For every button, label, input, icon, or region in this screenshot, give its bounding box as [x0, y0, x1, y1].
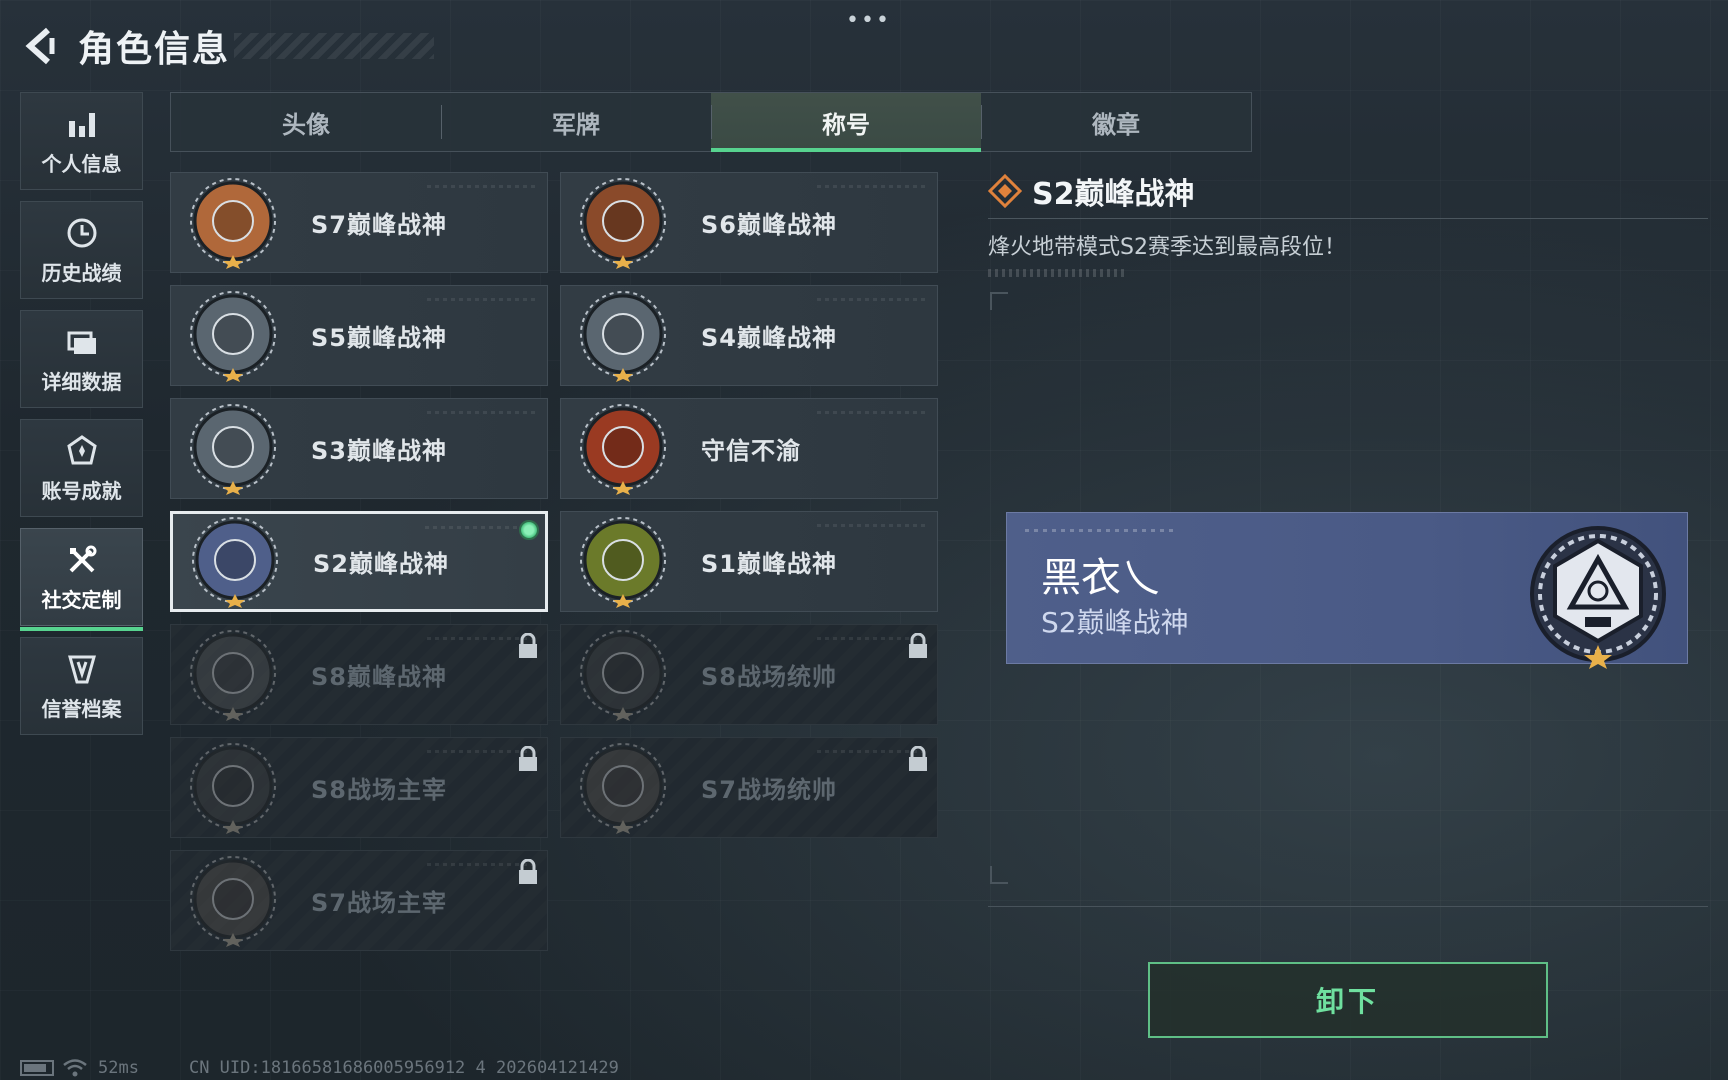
detail-decoration — [988, 269, 1124, 277]
detail-description: 烽火地带模式S2赛季达到最高段位！ — [988, 235, 1346, 260]
uid-text: CN UID:18166581686005956912 4 2026041214… — [188, 1058, 619, 1078]
title-card-trustworthy[interactable]: 守信不渝 — [560, 398, 938, 499]
header: 角色信息 — [20, 18, 435, 74]
back-button[interactable] — [20, 24, 64, 68]
diamond-icon — [988, 174, 1022, 208]
title-card-s8-dominator[interactable]: S8战场主宰 — [170, 737, 548, 838]
tab-badge[interactable]: 徽章 — [981, 93, 1251, 151]
more-menu-button[interactable]: ••• — [846, 8, 891, 33]
helmet-badge-icon — [580, 290, 666, 382]
scales-badge-icon — [580, 403, 666, 495]
nav-label: 详细数据 — [41, 369, 122, 394]
nav-item-detailed-data[interactable]: 详细数据 — [20, 310, 143, 408]
t-shield-badge-icon — [580, 177, 666, 269]
title-name: S5巅峰战神 — [311, 324, 447, 352]
crossbow-badge-icon — [190, 177, 276, 269]
player-name: 黑衣乀 — [1041, 555, 1161, 601]
wifi-icon — [63, 1059, 87, 1077]
title-card-s3-peak[interactable]: S3巅峰战神 — [170, 398, 548, 499]
unequip-button[interactable]: 卸下 — [1148, 962, 1548, 1038]
vehicle-badge-icon — [580, 742, 666, 834]
folder-icon — [64, 324, 100, 360]
globe-badge-icon — [190, 403, 276, 495]
nav-label: 社交定制 — [41, 587, 122, 612]
lock-icon — [519, 633, 537, 658]
title-name: S7战场统帅 — [701, 776, 837, 804]
nav-item-achievements[interactable]: 账号成就 — [20, 419, 143, 517]
nav-label: 账号成就 — [41, 478, 122, 503]
lock-icon — [909, 633, 927, 658]
nav-label: 历史战绩 — [41, 260, 122, 285]
title-card-s7-commander[interactable]: S7战场统帅 — [560, 737, 938, 838]
stripes-badge-icon — [190, 629, 276, 721]
title-name: S3巅峰战神 — [311, 437, 447, 465]
panel-divider — [988, 906, 1708, 907]
tank-badge-icon — [580, 629, 666, 721]
title-name: 守信不渝 — [701, 437, 801, 465]
nav-item-credit-record[interactable]: 信誉档案 — [20, 637, 143, 735]
skull-diver-badge-icon — [190, 290, 276, 382]
battery-icon — [20, 1060, 54, 1076]
tools-icon — [64, 542, 100, 578]
nav-item-personal-info[interactable]: 个人信息 — [20, 92, 143, 190]
title-card-s1-peak[interactable]: S1巅峰战神 — [560, 511, 938, 612]
lock-icon — [519, 746, 537, 771]
lock-icon — [519, 859, 537, 884]
title-card-s5-peak[interactable]: S5巅峰战神 — [170, 285, 548, 386]
title-name: S6巅峰战神 — [701, 211, 837, 239]
tab-title[interactable]: 称号 — [711, 93, 981, 152]
title-card-s4-peak[interactable]: S4巅峰战神 — [560, 285, 938, 386]
tab-dog-tag[interactable]: 军牌 — [441, 93, 711, 151]
title-card-s7-peak[interactable]: S7巅峰战神 — [170, 172, 548, 273]
history-icon — [64, 215, 100, 251]
nav-item-history[interactable]: 历史战绩 — [20, 201, 143, 299]
title-name: S7战场主宰 — [311, 889, 447, 917]
selected-indicator — [519, 520, 539, 540]
title-card-s8-commander[interactable]: S8战场统帅 — [560, 624, 938, 725]
nameplate-preview: 黑衣乀 S2巅峰战神 — [1006, 512, 1688, 669]
achievement-icon — [64, 433, 100, 469]
nav-item-social-custom[interactable]: 社交定制 — [20, 528, 143, 631]
frame-corner — [990, 866, 1008, 884]
back-arrow-icon — [25, 27, 55, 65]
building-badge-icon — [190, 742, 276, 834]
title-name: S7巅峰战神 — [311, 211, 447, 239]
detail-divider — [988, 218, 1708, 219]
title-name: S2巅峰战神 — [313, 550, 449, 578]
page-title: 角色信息 — [78, 29, 231, 70]
detail-header: S2巅峰战神 — [988, 168, 1708, 214]
status-bar: 52ms CN UID:18166581686005956912 4 20260… — [20, 1056, 619, 1080]
ping-text: 52ms — [98, 1058, 139, 1078]
nameplate-decoration — [1025, 529, 1175, 532]
crocodile-badge-icon — [580, 516, 666, 608]
title-name: S4巅峰战神 — [701, 324, 837, 352]
nav-label: 信誉档案 — [41, 696, 122, 721]
title-name: S8战场统帅 — [701, 663, 837, 691]
s2-emblem-icon — [1530, 526, 1666, 669]
nameplate-title: S2巅峰战神 — [1041, 606, 1189, 639]
side-nav: 个人信息 历史战绩 详细数据 账号成就 社交定制 信誉档案 — [20, 92, 143, 746]
title-card-s6-peak[interactable]: S6巅峰战神 — [560, 172, 938, 273]
bar-chart-icon — [64, 106, 100, 142]
nav-label: 个人信息 — [41, 151, 122, 176]
frame-corner — [990, 292, 1008, 310]
title-name: S8战场主宰 — [311, 776, 447, 804]
title-name: S8巅峰战神 — [311, 663, 447, 691]
soldier-badge-icon — [190, 855, 276, 947]
title-decoration — [234, 33, 435, 59]
tab-avatar[interactable]: 头像 — [171, 93, 441, 151]
hex-emblem-badge-icon — [192, 516, 278, 608]
lock-icon — [909, 746, 927, 771]
detail-panel: S2巅峰战神 烽火地带模式S2赛季达到最高段位！ — [988, 168, 1708, 277]
category-tabs: 头像 军牌 称号 徽章 — [170, 92, 1252, 152]
detail-title: S2巅峰战神 — [1032, 177, 1195, 212]
title-card-s7-dominator[interactable]: S7战场主宰 — [170, 850, 548, 951]
title-card-s2-peak[interactable]: S2巅峰战神 — [170, 511, 548, 612]
title-name: S1巅峰战神 — [701, 550, 837, 578]
title-card-s8-peak[interactable]: S8巅峰战神 — [170, 624, 548, 725]
shield-icon — [64, 651, 100, 687]
